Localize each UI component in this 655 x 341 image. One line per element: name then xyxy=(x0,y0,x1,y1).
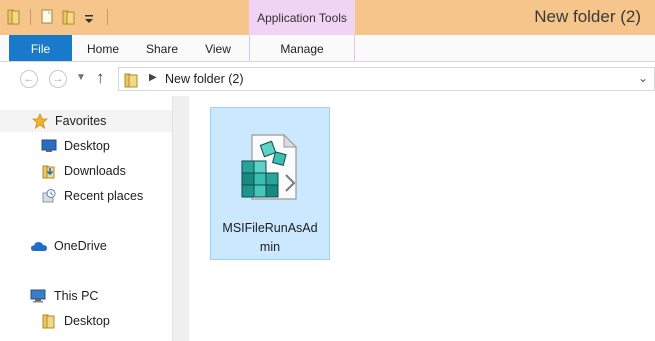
file-item[interactable]: MSIFileRunAsAd min xyxy=(210,107,330,260)
nav-item-label: Recent places xyxy=(64,189,144,203)
nav-item-desktop[interactable]: Desktop xyxy=(40,135,110,157)
downloads-icon xyxy=(40,162,58,180)
registry-file-icon xyxy=(238,131,302,206)
nav-item-recent-places[interactable]: Recent places xyxy=(40,185,143,207)
nav-item-label: This PC xyxy=(54,289,99,303)
title-bar: Application Tools New folder (2) xyxy=(0,0,655,35)
contextual-tab-label: Application Tools xyxy=(257,11,347,25)
tab-view[interactable]: View xyxy=(194,35,242,61)
contextual-tab-header: Application Tools xyxy=(249,0,355,35)
nav-item-onedrive[interactable]: OneDrive xyxy=(30,235,107,257)
new-folder-icon[interactable] xyxy=(61,8,77,26)
up-arrow-icon[interactable]: ↑ xyxy=(96,68,105,88)
navigation-pane: Favorites Desktop Downloads Recent place… xyxy=(0,96,172,341)
nav-pane-scrollbar[interactable] xyxy=(172,96,189,341)
quick-access-toolbar xyxy=(6,8,110,26)
folder-icon xyxy=(40,312,58,330)
nav-item-label: Downloads xyxy=(64,164,126,178)
properties-icon[interactable] xyxy=(39,8,55,26)
chevron-down-icon[interactable]: ⌄ xyxy=(638,71,648,85)
recent-places-icon xyxy=(40,187,58,205)
forward-button[interactable]: → xyxy=(49,70,67,88)
file-name-line: min xyxy=(259,240,281,254)
ribbon-tabs: File Home Share View Manage xyxy=(0,35,655,62)
folder-icon xyxy=(124,72,140,91)
desktop-icon xyxy=(40,137,58,155)
folder-icon[interactable] xyxy=(6,8,22,26)
nav-item-label: Favorites xyxy=(55,114,107,128)
qat-separator xyxy=(30,9,31,25)
forward-arrow-icon: → xyxy=(52,73,64,85)
chevron-right-icon[interactable]: ▶ xyxy=(149,72,157,83)
recent-dropdown-icon[interactable]: ▼ xyxy=(76,72,86,83)
back-button[interactable]: ← xyxy=(20,70,38,88)
star-icon xyxy=(31,112,49,130)
nav-item-favorites[interactable]: Favorites xyxy=(0,110,172,132)
nav-item-label: Desktop xyxy=(64,139,110,153)
qat-separator xyxy=(107,9,108,25)
customize-qat-icon[interactable] xyxy=(83,8,99,26)
nav-item-this-pc[interactable]: This PC xyxy=(30,285,98,307)
computer-icon xyxy=(30,287,48,305)
tab-share[interactable]: Share xyxy=(138,35,186,61)
nav-item-desktop-pc[interactable]: Desktop xyxy=(40,310,110,332)
address-path[interactable]: New folder (2) xyxy=(165,72,244,86)
nav-item-label: OneDrive xyxy=(54,239,107,253)
nav-item-label: Desktop xyxy=(64,314,110,328)
address-row: ← → ▼ ↑ ▶ New folder (2) ⌄ xyxy=(0,62,655,96)
file-name-line: MSIFileRunAsAd xyxy=(222,221,318,235)
back-arrow-icon: ← xyxy=(23,73,35,85)
file-list: MSIFileRunAsAd min xyxy=(189,96,655,341)
file-name: MSIFileRunAsAd min xyxy=(211,219,329,257)
cloud-icon xyxy=(30,237,48,255)
window-title: New folder (2) xyxy=(534,7,641,26)
tab-file[interactable]: File xyxy=(9,35,72,61)
nav-item-downloads[interactable]: Downloads xyxy=(40,160,126,182)
address-bar[interactable]: ▶ New folder (2) ⌄ xyxy=(118,67,655,91)
tab-manage[interactable]: Manage xyxy=(249,35,355,61)
tab-home[interactable]: Home xyxy=(77,35,129,61)
